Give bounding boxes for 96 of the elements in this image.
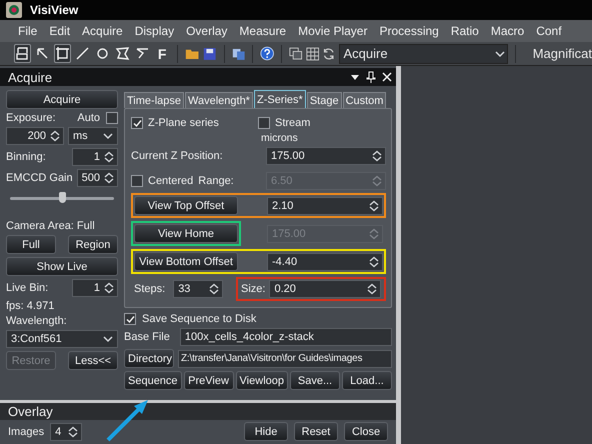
app-logo-icon <box>6 2 22 18</box>
steps-field[interactable]: 33 <box>173 280 224 298</box>
window-title: VisiView <box>30 3 78 17</box>
overlay-button[interactable]: Reset <box>294 422 338 441</box>
base-file-field[interactable]: 100x_cells_4color_z-stack <box>180 328 392 346</box>
acquire-combo[interactable]: Acquire <box>338 44 508 64</box>
save-sequence-label: Save Sequence to Disk <box>142 313 256 325</box>
live-bin-label: Live Bin: <box>6 282 48 294</box>
checkbox[interactable] <box>106 112 118 124</box>
centered-label: Centered <box>148 175 194 187</box>
tool-button[interactable] <box>54 44 71 63</box>
action-button[interactable]: Load... <box>342 371 392 390</box>
help-icon[interactable] <box>260 45 274 62</box>
exposure-field[interactable]: 200 <box>6 127 64 145</box>
show-live-button[interactable]: Show Live <box>6 257 118 276</box>
overlay-button[interactable]: Close <box>344 422 388 441</box>
action-button[interactable]: Sequence <box>124 371 182 390</box>
gain-label: EMCCD Gain <box>6 172 73 184</box>
tab[interactable]: Stage <box>306 92 342 108</box>
checkbox[interactable] <box>258 117 270 129</box>
full-button[interactable]: Full <box>6 235 56 254</box>
windows-cascade-icon[interactable] <box>289 46 303 62</box>
fps-label: fps: 4.971 <box>6 300 56 312</box>
images-field[interactable]: 4 <box>50 422 82 440</box>
tab[interactable]: Time-lapse <box>124 92 184 108</box>
offset-button[interactable]: View Bottom Offset <box>134 252 238 271</box>
directory-path-field[interactable]: Z:\transfer\Jana\Visitron\for Guides\images <box>178 350 392 368</box>
circle-tool-icon <box>95 46 110 61</box>
menu-item[interactable]: Display <box>128 24 180 38</box>
binning-label: Binning: <box>6 151 46 163</box>
grid-icon[interactable] <box>306 46 320 62</box>
directory-button[interactable]: Directory <box>124 349 174 368</box>
text-tool-button[interactable]: F <box>154 44 170 63</box>
menu-item[interactable]: Edit <box>43 24 76 38</box>
checkbox[interactable] <box>131 175 143 187</box>
menu-item[interactable]: File <box>12 24 44 38</box>
region-button[interactable]: Region <box>68 235 118 254</box>
tab[interactable]: Custom <box>342 92 386 108</box>
menu-item[interactable]: Processing <box>373 24 445 38</box>
range-label: Range: <box>198 175 234 187</box>
images-label: Images <box>8 426 44 438</box>
close-icon[interactable] <box>382 72 392 82</box>
live-bin-field[interactable]: 1 <box>72 279 118 297</box>
polygon-tool-icon <box>115 46 130 61</box>
current-z-field[interactable]: 175.00 <box>266 147 386 165</box>
panel-title: Acquire <box>8 70 52 84</box>
slider-thumb[interactable] <box>59 192 66 203</box>
offset-field[interactable]: 2.10 <box>267 196 383 214</box>
base-file-label: Base File <box>124 331 170 343</box>
tool-button[interactable] <box>114 44 131 63</box>
unit-dropdown[interactable]: ms <box>68 127 118 145</box>
action-button[interactable]: PreView <box>184 371 234 390</box>
size-field[interactable]: 0.20 <box>269 280 381 298</box>
menu-item[interactable]: Overlay <box>180 24 234 38</box>
refresh-icon[interactable] <box>322 46 336 62</box>
menu-item[interactable]: Movie Player <box>292 24 374 38</box>
tab[interactable]: Z-Series* <box>254 90 306 108</box>
exposure-label: Exposure: <box>6 112 56 124</box>
binning-field[interactable]: 1 <box>72 148 118 166</box>
menu-item[interactable]: Ratio <box>444 24 485 38</box>
less-button[interactable]: Less<< <box>68 351 118 370</box>
stream-label: Stream <box>275 117 310 129</box>
menu-item[interactable]: Conf <box>530 24 568 38</box>
selection-icon <box>15 46 30 61</box>
panel-title: Overlay <box>8 404 53 419</box>
checkbox[interactable] <box>124 313 136 325</box>
action-button[interactable]: Save... <box>290 371 340 390</box>
action-button[interactable]: Viewloop <box>236 371 288 390</box>
offset-field[interactable]: -4.40 <box>267 252 383 270</box>
tool-button[interactable] <box>14 44 31 63</box>
tab[interactable]: Wavelength* <box>185 92 253 108</box>
menu-item[interactable]: Acquire <box>76 24 129 38</box>
magnification-label: Magnificat <box>532 46 592 61</box>
line-tool-icon <box>75 46 90 61</box>
wavelength-dropdown[interactable]: 3:Conf561 <box>6 330 118 348</box>
current-z-label: Current Z Position: <box>131 150 223 162</box>
menu-item[interactable]: Measure <box>233 24 292 38</box>
checkbox[interactable] <box>131 117 143 129</box>
rectangle-tool-icon <box>55 46 70 61</box>
polyline-tool-icon <box>135 46 150 61</box>
steps-label: Steps: <box>134 283 166 295</box>
units-label: microns <box>261 132 299 144</box>
z-plane-label: Z-Plane series <box>148 117 220 129</box>
menu-item[interactable]: Macro <box>484 24 530 38</box>
overlay-button[interactable]: Hide <box>244 422 288 441</box>
auto-label: Auto <box>77 112 100 124</box>
acquire-button[interactable]: Acquire <box>6 90 118 109</box>
camera-area-label: Camera Area: Full <box>6 220 96 232</box>
pin-icon[interactable] <box>366 71 376 83</box>
size-label: Size: <box>241 283 266 295</box>
gain-field[interactable]: 500 <box>76 169 118 187</box>
pointer-arrow-icon <box>35 46 50 61</box>
offset-button[interactable]: View Top Offset <box>134 196 238 215</box>
annotation-arrow <box>106 400 148 442</box>
wavelength-label: Wavelength: <box>6 315 68 327</box>
dropdown-arrow-icon[interactable] <box>350 73 360 81</box>
